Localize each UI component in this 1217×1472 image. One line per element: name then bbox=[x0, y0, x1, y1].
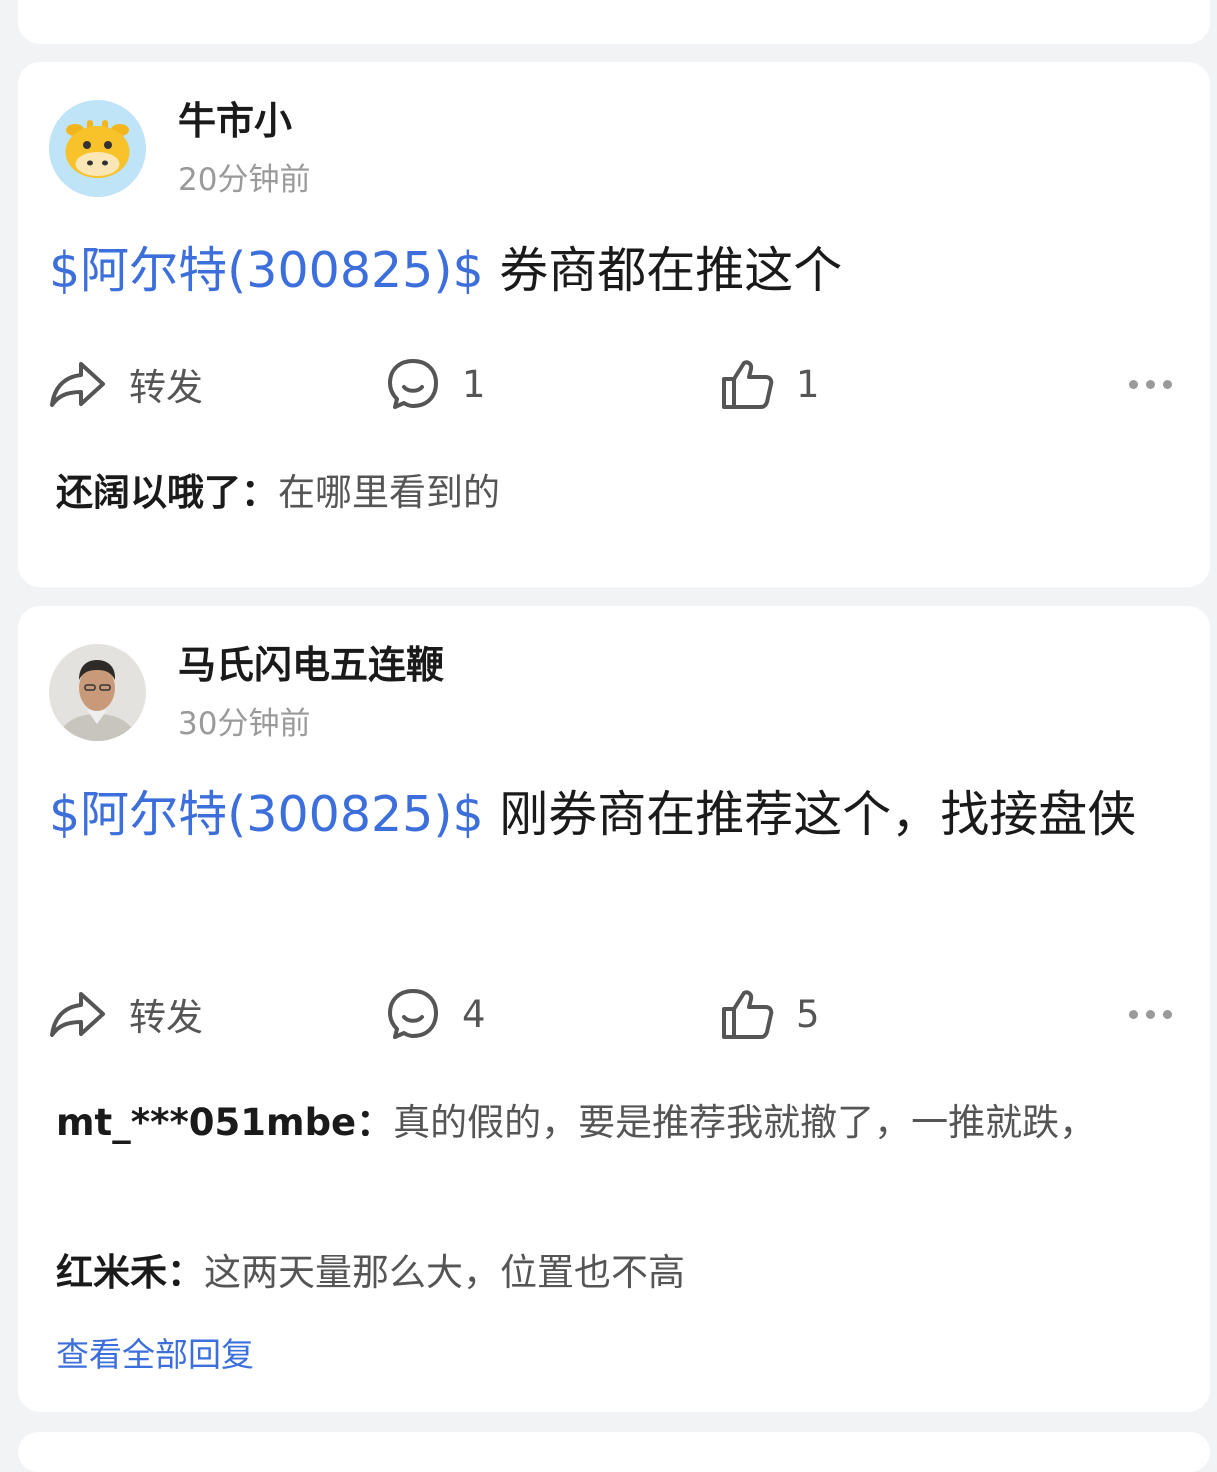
reply-item[interactable]: 红米禾：这两天量那么大，位置也不高 bbox=[56, 1242, 1156, 1304]
comment-button[interactable]: 4 bbox=[386, 984, 486, 1044]
reply-text: 真的假的，要是推荐我就撤了，一推就跌， bbox=[393, 1101, 1097, 1144]
person-avatar-icon bbox=[49, 644, 146, 741]
stock-tag-link[interactable]: $阿尔特(300825)$ bbox=[49, 786, 484, 843]
more-options-icon[interactable] bbox=[1129, 984, 1172, 1044]
share-button[interactable]: 转发 bbox=[49, 354, 203, 414]
share-icon bbox=[50, 362, 105, 407]
username[interactable]: 牛市小 bbox=[178, 90, 292, 145]
post-text: 券商都在推这个 bbox=[483, 242, 843, 299]
like-count: 5 bbox=[796, 992, 820, 1036]
reply-author[interactable]: 还阔以哦了： bbox=[56, 471, 278, 514]
post-text: 刚券商在推荐这个，找接盘侠 bbox=[483, 786, 1137, 843]
share-label: 转发 bbox=[129, 366, 203, 409]
comment-button[interactable]: 1 bbox=[386, 354, 486, 414]
comment-count: 4 bbox=[462, 992, 486, 1036]
cow-avatar-icon bbox=[49, 100, 146, 197]
post-body[interactable]: $阿尔特(300825)$ 券商都在推这个 bbox=[49, 228, 1189, 314]
share-button[interactable]: 转发 bbox=[49, 984, 203, 1044]
share-icon bbox=[50, 992, 105, 1037]
post-card[interactable]: 牛市小 20分钟前 $阿尔特(300825)$ 券商都在推这个 转发 1 1 还… bbox=[18, 62, 1210, 587]
like-button[interactable]: 1 bbox=[720, 354, 820, 414]
share-label: 转发 bbox=[129, 996, 203, 1039]
avatar[interactable] bbox=[49, 644, 146, 741]
post-card[interactable]: 马氏闪电五连鞭 30分钟前 $阿尔特(300825)$ 刚券商在推荐这个，找接盘… bbox=[18, 606, 1210, 1412]
comment-count: 1 bbox=[462, 362, 486, 406]
comment-icon bbox=[388, 989, 438, 1039]
thumbs-up-icon bbox=[722, 990, 774, 1039]
post-time: 20分钟前 bbox=[178, 162, 311, 198]
previous-post-card bbox=[18, 0, 1210, 44]
like-button[interactable]: 5 bbox=[720, 984, 820, 1044]
avatar[interactable] bbox=[49, 100, 146, 197]
reply-author[interactable]: mt_***051mbe： bbox=[56, 1101, 393, 1144]
post-body[interactable]: $阿尔特(300825)$ 刚券商在推荐这个，找接盘侠 bbox=[49, 772, 1189, 858]
username[interactable]: 马氏闪电五连鞭 bbox=[178, 634, 444, 689]
view-all-replies-link[interactable]: 查看全部回复 bbox=[56, 1328, 254, 1376]
more-options-icon[interactable] bbox=[1129, 354, 1172, 414]
stock-tag-link[interactable]: $阿尔特(300825)$ bbox=[49, 242, 484, 299]
post-time: 30分钟前 bbox=[178, 706, 311, 742]
reply-item[interactable]: mt_***051mbe：真的假的，要是推荐我就撤了，一推就跌， bbox=[56, 1092, 1156, 1154]
reply-author[interactable]: 红米禾： bbox=[56, 1251, 204, 1294]
reply-text: 这两天量那么大，位置也不高 bbox=[204, 1251, 685, 1294]
next-post-card bbox=[18, 1432, 1210, 1472]
reply-text: 在哪里看到的 bbox=[278, 471, 500, 514]
thumbs-up-icon bbox=[722, 360, 774, 409]
comment-icon bbox=[388, 359, 438, 409]
reply-item[interactable]: 还阔以哦了：在哪里看到的 bbox=[56, 462, 1156, 524]
like-count: 1 bbox=[796, 362, 820, 406]
